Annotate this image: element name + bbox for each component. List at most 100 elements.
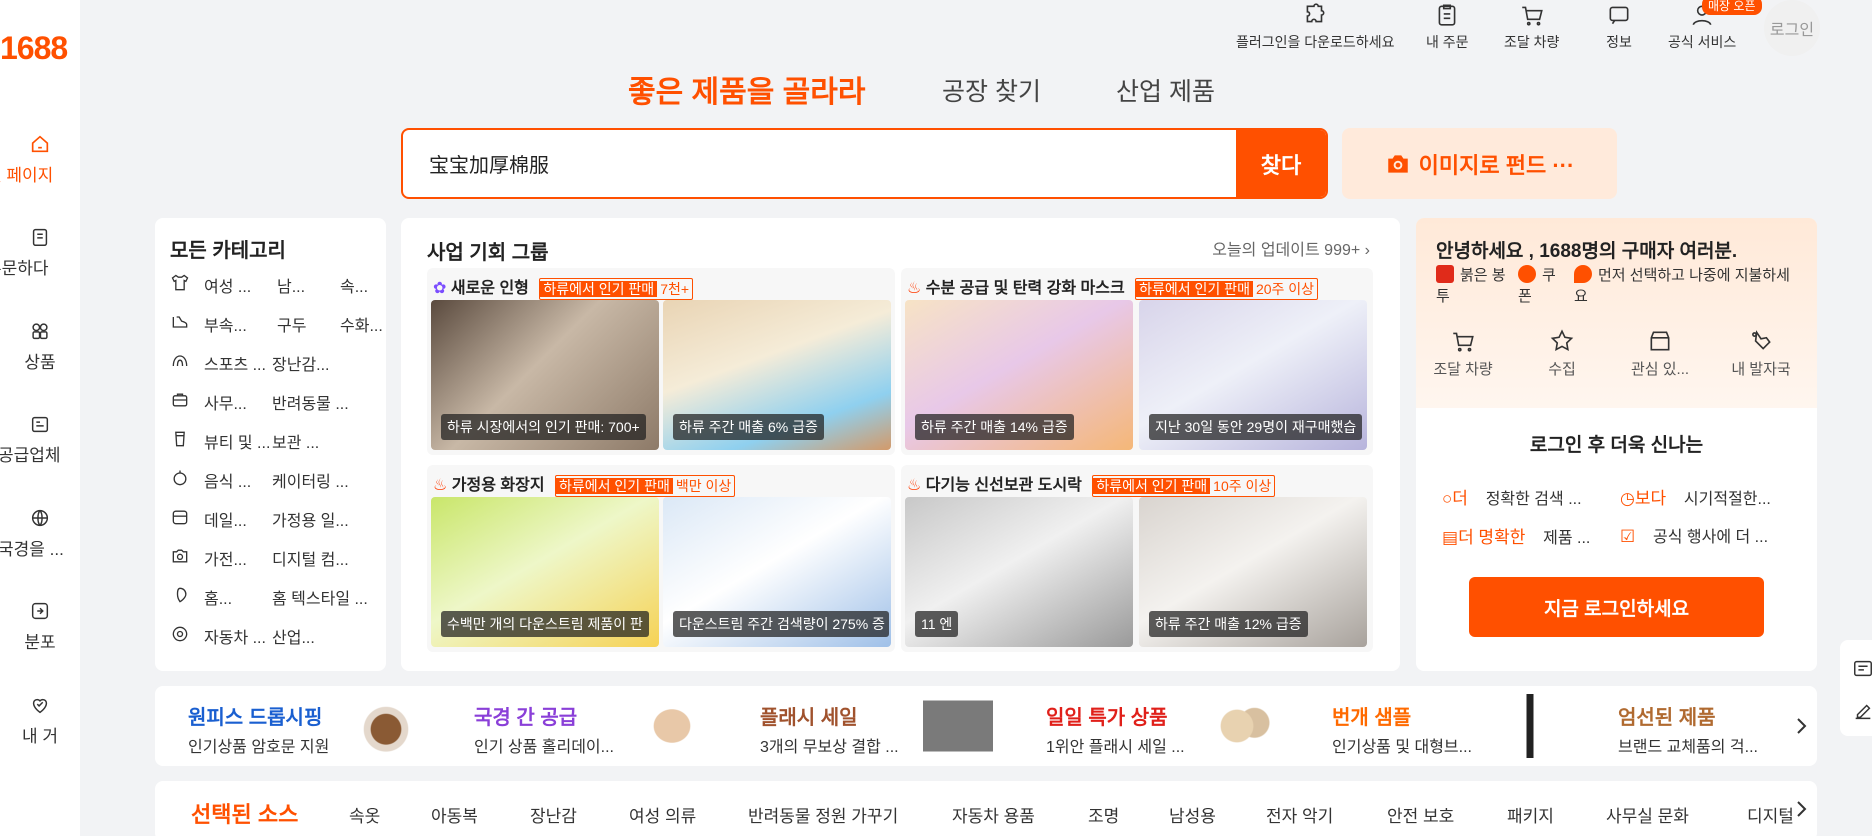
category-link[interactable]: 가정용 일...: [272, 507, 349, 531]
tab-industrial-products[interactable]: 산업 제품: [1116, 72, 1215, 108]
quick-cart[interactable]: 조달 차량: [1418, 328, 1508, 379]
beauty-icon: [175, 431, 185, 447]
store-open-badge[interactable]: 매장 오픈: [1702, 0, 1762, 15]
category-link[interactable]: 자동차 ...: [204, 624, 266, 648]
product-thumbnail[interactable]: 하류 시장에서의 인기 판매: 700+: [431, 300, 659, 450]
globe-icon: [31, 509, 49, 527]
category-link[interactable]: 장난감...: [272, 351, 330, 375]
product-thumbnail[interactable]: 다운스트림 주간 검색량이 275% 증: [663, 497, 891, 647]
category-link[interactable]: 가전...: [204, 546, 247, 570]
opportunity-card-dolls[interactable]: ✿ 새로운 인형 하류에서 인기 판매 7천+ 하류 시장에서의 인기 판매: 7…: [427, 268, 895, 455]
category-link[interactable]: 홈 텍스타일 ...: [272, 585, 368, 609]
sidebar-item-home[interactable]: 첫 페이지: [0, 133, 80, 186]
category-row: 자동차 ... 산업...: [170, 622, 380, 648]
camera-icon: [172, 549, 188, 563]
category-link[interactable]: 디지털 컴...: [272, 546, 349, 570]
category-link[interactable]: 사무...: [204, 390, 247, 414]
source-category-link[interactable]: 전자 악기: [1266, 802, 1333, 827]
source-category-link[interactable]: 조명: [1088, 802, 1119, 827]
perk-red-envelope[interactable]: 붉은 봉투: [1436, 264, 1508, 306]
logo[interactable]: 1688: [0, 30, 68, 67]
pay-later-icon: [1574, 265, 1592, 283]
sidebar-item-products[interactable]: 상품: [0, 320, 80, 373]
source-category-link[interactable]: 여성 의류: [629, 802, 696, 827]
opportunity-card-masks[interactable]: ♨ 수분 공급 및 탄력 강화 마스크 하류에서 인기 판매 20주 이상 하류 …: [901, 268, 1373, 455]
promo-selected-products[interactable]: 엄선된 제품 브랜드 교체품의 걱...: [1585, 686, 1871, 766]
feedback-icon[interactable]: [1852, 658, 1872, 680]
category-link[interactable]: 음식 ...: [204, 468, 251, 492]
category-link[interactable]: 홈...: [204, 585, 232, 609]
source-category-link[interactable]: 안전 보호: [1387, 802, 1454, 827]
messages-button[interactable]: 정보: [1606, 2, 1632, 52]
sidebar-item-crossborder[interactable]: 국경을 ...: [0, 507, 80, 560]
promo-flash-sale[interactable]: 플래시 세일 3개의 무보상 결합 ...: [727, 686, 1013, 766]
chevron-right-icon[interactable]: [1793, 797, 1809, 821]
opportunity-card-tissue[interactable]: ♨ 가정용 화장지 하류에서 인기 판매 백만 이상 수백만 개의 다운스트림 제…: [427, 465, 895, 652]
sidebar-item-mine[interactable]: 내 거: [0, 694, 80, 747]
promo-dropshipping[interactable]: 원피스 드롭시핑 인기상품 암호문 지원: [155, 686, 441, 766]
source-category-link[interactable]: 반려동물 정원 가꾸기: [748, 802, 898, 827]
source-category-link[interactable]: 남성용: [1169, 802, 1216, 827]
message-icon: [1609, 6, 1629, 25]
category-link[interactable]: 속...: [340, 273, 368, 297]
procurement-cart-button[interactable]: 조달 차량: [1504, 2, 1559, 52]
promo-daily-deals[interactable]: 일일 특가 상품 1위안 플래시 세일 ...: [1013, 686, 1299, 766]
source-category-link[interactable]: 장난감: [530, 802, 577, 827]
image-search-button[interactable]: 이미지로 펀드 ···: [1342, 128, 1617, 199]
search-button[interactable]: 찾다: [1236, 130, 1326, 197]
product-thumbnail[interactable]: 지난 30일 동안 29명이 재구매했습: [1139, 300, 1367, 450]
category-link[interactable]: 뷰티 및 ...: [204, 429, 270, 453]
category-link[interactable]: 보관 ...: [272, 429, 319, 453]
sidebar-item-label: 주문하다: [0, 259, 49, 278]
quick-label: 조달 차량: [1433, 361, 1493, 378]
category-link[interactable]: 남...: [277, 273, 305, 297]
sidebar-item-orders[interactable]: 주문하다: [0, 226, 80, 279]
edit-icon[interactable]: [1852, 700, 1872, 722]
login-button[interactable]: 로그인: [1764, 0, 1820, 56]
category-link[interactable]: 반려동물 ...: [272, 390, 349, 414]
product-thumbnail[interactable]: 하류 주간 매출 12% 급증: [1139, 497, 1367, 647]
chevron-right-icon: ›: [1364, 242, 1370, 259]
category-row: 데일... 가정용 일...: [170, 505, 380, 531]
category-link[interactable]: 데일...: [204, 507, 247, 531]
glass-cup-image: [351, 694, 421, 758]
product-thumbnail[interactable]: 11 엔: [905, 497, 1133, 647]
tab-find-factory[interactable]: 공장 찾기: [942, 72, 1041, 108]
source-category-link[interactable]: 아동복: [431, 802, 478, 827]
category-link[interactable]: 구두: [277, 312, 306, 336]
category-link[interactable]: 산업...: [272, 624, 315, 648]
chevron-right-icon[interactable]: [1793, 714, 1809, 738]
product-thumbnail[interactable]: 하류 주간 매출 6% 급증: [663, 300, 891, 450]
daily-update-link[interactable]: 오늘의 업데이트 999+ ›: [1212, 236, 1370, 260]
category-link[interactable]: 부속...: [204, 312, 247, 336]
sidebar-item-suppliers[interactable]: 공급업체: [0, 413, 80, 466]
promo-lightning-sample[interactable]: 번개 샘플 인기상품 및 대형브...: [1299, 686, 1585, 766]
order-icon: [32, 228, 48, 246]
source-category-link[interactable]: 디지털: [1747, 802, 1794, 827]
source-category-link[interactable]: 자동차 용품: [952, 802, 1035, 827]
perk-pay-later[interactable]: 먼저 선택하고 나중에 지불하세요: [1574, 264, 1794, 306]
quick-interests[interactable]: 관심 있...: [1615, 328, 1705, 379]
promo-cross-border[interactable]: 국경 간 공급 인기 상품 홀리데이...: [441, 686, 727, 766]
search-input[interactable]: [429, 152, 1209, 175]
category-panel: 모든 카테고리 여성 ... 남... 속... 부속... 구두 수화... 스포츠 ..…: [155, 218, 386, 671]
sidebar-item-distribution[interactable]: 분포: [0, 600, 80, 653]
my-orders-button[interactable]: 내 주문: [1426, 2, 1469, 52]
source-category-link[interactable]: 패키지: [1507, 802, 1554, 827]
card-header: ♨ 수분 공급 및 탄력 강화 마스크 하류에서 인기 판매 20주 이상: [907, 274, 1319, 300]
source-category-link[interactable]: 속옷: [349, 802, 380, 827]
category-link[interactable]: 여성 ...: [204, 273, 251, 297]
source-category-link[interactable]: 사무실 문화: [1606, 802, 1689, 827]
quick-footprints[interactable]: 내 발자국: [1716, 328, 1806, 379]
tab-good-products[interactable]: 좋은 제품을 골라라: [628, 67, 865, 111]
category-link[interactable]: 스포츠 ...: [204, 351, 266, 375]
product-thumbnail[interactable]: 하류 주간 매출 14% 급증: [905, 300, 1133, 450]
opportunity-card-lunchbox[interactable]: ♨ 다기능 신선보관 도시락 하류에서 인기 판매 10주 이상 11 엔 하류 …: [901, 465, 1373, 652]
download-plugin-button[interactable]: 플러그인을 다운로드하세요: [1236, 2, 1394, 52]
quick-favorites[interactable]: 수집: [1517, 328, 1607, 379]
login-now-button[interactable]: 지금 로그인하세요: [1469, 577, 1764, 637]
perk-coupon[interactable]: 쿠폰: [1518, 264, 1558, 306]
category-link[interactable]: 케이터링 ...: [272, 468, 349, 492]
category-link[interactable]: 수화...: [340, 312, 383, 336]
product-thumbnail[interactable]: 수백만 개의 다운스트림 제품이 판: [431, 497, 659, 647]
